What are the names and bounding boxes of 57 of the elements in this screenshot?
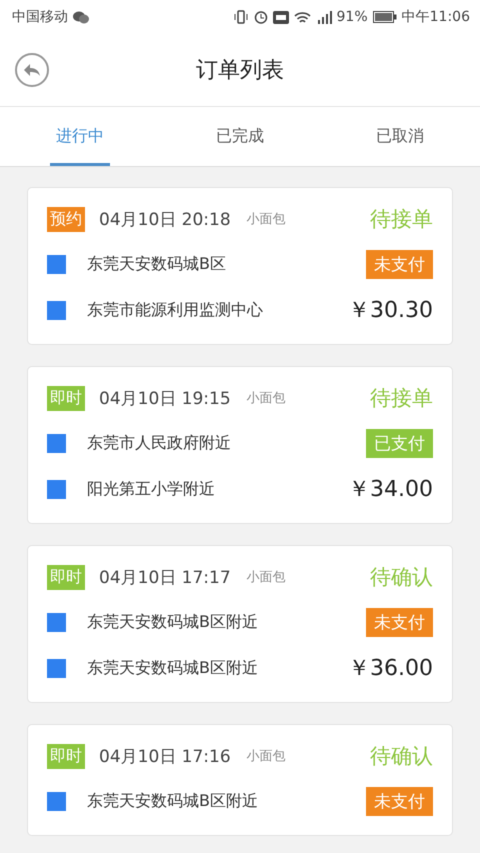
order-card[interactable]: 即时 04月10日 17:16 小面包 待确认 东莞天安数码城B区附近 未支付 <box>27 724 453 836</box>
address-text: 东莞天安数码城B区 <box>87 254 226 274</box>
location-marker-icon <box>47 254 66 274</box>
order-type-tag: 即时 <box>47 564 85 590</box>
order-card[interactable]: 预约 04月10日 20:18 小面包 待接单 东莞天安数码城B区 未支付 东莞市能源利用监测中心 ￥30.30 <box>27 187 453 345</box>
vehicle-type: 小面包 <box>246 748 286 765</box>
order-datetime: 04月10日 19:15 <box>99 388 231 410</box>
tab[interactable]: 进行中 <box>0 107 160 166</box>
clock-time: 中午11:06 <box>402 8 470 26</box>
order-card[interactable]: 即时 04月10日 19:15 小面包 待接单 东莞市人民政府附近 已支付 阳光第五小学附近 ￥34.00 <box>27 366 453 524</box>
order-type-tag: 即时 <box>47 386 85 410</box>
address-text: 东莞天安数码城B区附近 <box>87 612 258 632</box>
address-text: 东莞天安数码城B区附近 <box>87 790 258 812</box>
page-title: 订单列表 <box>196 57 284 85</box>
order-status: 待确认 <box>370 743 433 770</box>
location-marker-icon <box>47 792 66 810</box>
location-marker-icon <box>47 612 66 632</box>
location-marker-icon <box>47 658 66 678</box>
order-datetime: 04月10日 17:17 <box>99 566 231 588</box>
tab[interactable]: 已完成 <box>160 107 320 166</box>
order-status: 待确认 <box>370 564 433 591</box>
order-type-tag: 即时 <box>47 744 85 768</box>
order-price: ￥30.30 <box>348 297 433 325</box>
battery-icon <box>372 11 397 23</box>
alarm-icon <box>254 10 268 24</box>
chat-icon <box>73 10 89 24</box>
address-text: 阳光第五小学附近 <box>87 478 215 500</box>
back-button[interactable] <box>15 53 49 87</box>
vehicle-type: 小面包 <box>246 390 286 407</box>
address-text: 东莞市人民政府附近 <box>87 432 231 454</box>
order-price: ￥34.00 <box>348 476 433 504</box>
signal-icon <box>316 10 332 24</box>
payment-status-tag: 未支付 <box>366 608 433 636</box>
order-card[interactable]: 即时 04月10日 17:17 小面包 待确认 东莞天安数码城B区附近 未支付 东莞天安数码城B区附近 ￥36.00 <box>27 545 453 703</box>
order-datetime: 04月10日 17:16 <box>99 746 231 768</box>
address-text: 东莞市能源利用监测中心 <box>87 300 263 320</box>
order-status: 待接单 <box>370 206 433 233</box>
order-price: ￥36.00 <box>348 655 433 683</box>
order-status: 待接单 <box>370 385 433 412</box>
order-datetime: 04月10日 20:18 <box>99 208 231 230</box>
carrier-name: 中国移动 <box>12 8 68 26</box>
battery-percent: 91% <box>336 9 368 25</box>
location-marker-icon <box>47 300 66 320</box>
location-marker-icon <box>47 480 66 498</box>
tab[interactable]: 已取消 <box>320 107 480 166</box>
vehicle-type: 小面包 <box>246 211 286 228</box>
payment-status-tag: 已支付 <box>366 428 433 458</box>
back-arrow-icon <box>23 63 41 77</box>
order-type-tag: 预约 <box>47 206 85 232</box>
hd-icon <box>272 10 289 24</box>
payment-status-tag: 未支付 <box>366 786 433 816</box>
payment-status-tag: 未支付 <box>366 250 433 278</box>
location-marker-icon <box>47 434 66 452</box>
vibrate-icon <box>232 10 249 24</box>
address-text: 东莞天安数码城B区附近 <box>87 658 258 678</box>
wifi-icon <box>294 10 311 24</box>
vehicle-type: 小面包 <box>246 569 286 586</box>
